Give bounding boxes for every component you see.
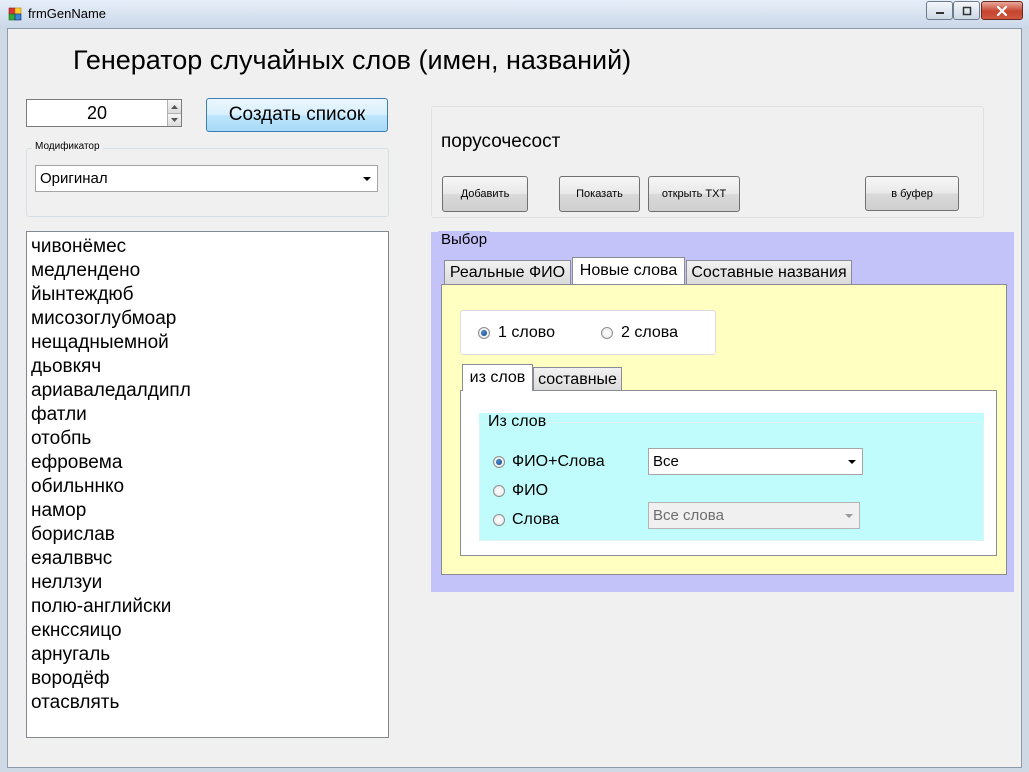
radio-names-and-words-label[interactable]: ФИО+Слова	[512, 453, 605, 471]
radio-words-label[interactable]: Слова	[512, 511, 559, 529]
spin-down-icon	[171, 118, 178, 122]
create-list-button[interactable]: Создать список	[206, 98, 388, 132]
radio-one-word-label[interactable]: 1 слово	[498, 324, 555, 342]
minimize-button[interactable]	[926, 1, 953, 20]
list-item[interactable]: йынтеждюб	[31, 283, 388, 307]
generated-word: порусочесост	[441, 131, 561, 152]
spin-down-button[interactable]	[167, 113, 181, 126]
list-item[interactable]: обильннко	[31, 475, 388, 499]
window-title: frmGenName	[28, 6, 107, 21]
to-clipboard-button[interactable]: в буфер	[865, 176, 959, 211]
count-value[interactable]: 20	[27, 100, 167, 126]
show-button[interactable]: Показать	[559, 176, 640, 212]
list-item[interactable]: дьовкяч	[31, 355, 388, 379]
open-txt-button[interactable]: открыть TXT	[648, 176, 740, 212]
list-item[interactable]: мисозоглубмоар	[31, 307, 388, 331]
close-icon	[996, 5, 1008, 16]
modifier-combo[interactable]: Оригинал	[35, 165, 378, 192]
list-item[interactable]: екнссяицо	[31, 619, 388, 643]
tab-compound-names[interactable]: Составные названия	[686, 260, 852, 284]
selection-label: Выбор	[438, 231, 491, 248]
list-item[interactable]: борислав	[31, 523, 388, 547]
minimize-icon	[935, 11, 944, 14]
list-item[interactable]: арнугаль	[31, 643, 388, 667]
count-updown[interactable]: 20	[26, 99, 182, 127]
list-item[interactable]: ариаваледалдипл	[31, 379, 388, 403]
add-button[interactable]: Добавить	[442, 176, 528, 212]
words-combo: Все слова	[648, 502, 860, 529]
title-bar[interactable]	[0, 0, 1029, 28]
radio-names-label[interactable]: ФИО	[512, 482, 548, 500]
radio-one-word[interactable]	[478, 327, 490, 339]
list-item[interactable]: нещадныемной	[31, 331, 388, 355]
radio-names-and-words[interactable]	[493, 456, 505, 468]
source-combo[interactable]: Все	[648, 448, 863, 475]
chevron-down-icon	[363, 176, 371, 181]
list-item[interactable]: фатли	[31, 403, 388, 427]
radio-two-words[interactable]	[601, 327, 613, 339]
spin-up-button[interactable]	[167, 100, 181, 113]
modifier-label: Модификатор	[32, 141, 103, 152]
chevron-down-icon	[845, 513, 853, 518]
list-item[interactable]: намор	[31, 499, 388, 523]
list-item[interactable]: отасвлять	[31, 691, 388, 715]
radio-two-words-label[interactable]: 2 слова	[621, 324, 678, 342]
subtab-compound[interactable]: составные	[533, 367, 622, 391]
list-item[interactable]: еяалввчс	[31, 547, 388, 571]
radio-words[interactable]	[493, 514, 505, 526]
list-item[interactable]: медлендено	[31, 259, 388, 283]
words-combo-selected: Все слова	[653, 507, 724, 524]
list-item[interactable]: ефровема	[31, 451, 388, 475]
list-item[interactable]: вородёф	[31, 667, 388, 691]
page-title: Генератор случайных слов (имен, названий…	[73, 45, 632, 75]
maximize-button[interactable]	[953, 1, 980, 20]
app-icon	[8, 7, 22, 21]
radio-names[interactable]	[493, 485, 505, 497]
list-item[interactable]: неллзуи	[31, 571, 388, 595]
list-item[interactable]: отобпь	[31, 427, 388, 451]
modifier-selected: Оригинал	[40, 170, 108, 187]
subtab-from-words[interactable]: из слов	[462, 364, 533, 391]
close-button[interactable]	[981, 1, 1023, 20]
spin-up-icon	[171, 104, 178, 109]
from-words-label: Из слов	[485, 413, 550, 431]
source-combo-selected: Все	[653, 453, 679, 470]
word-listbox[interactable]: чивонёмес медлендено йынтеждюб мисозоглубмо…	[26, 231, 389, 738]
tab-real-names[interactable]: Реальные ФИО	[444, 260, 571, 284]
list-item[interactable]: полю-английски	[31, 595, 388, 619]
list-item[interactable]: чивонёмес	[31, 235, 388, 259]
chevron-down-icon	[848, 459, 856, 464]
maximize-icon	[962, 6, 971, 15]
tab-new-words[interactable]: Новые слова	[572, 257, 685, 284]
